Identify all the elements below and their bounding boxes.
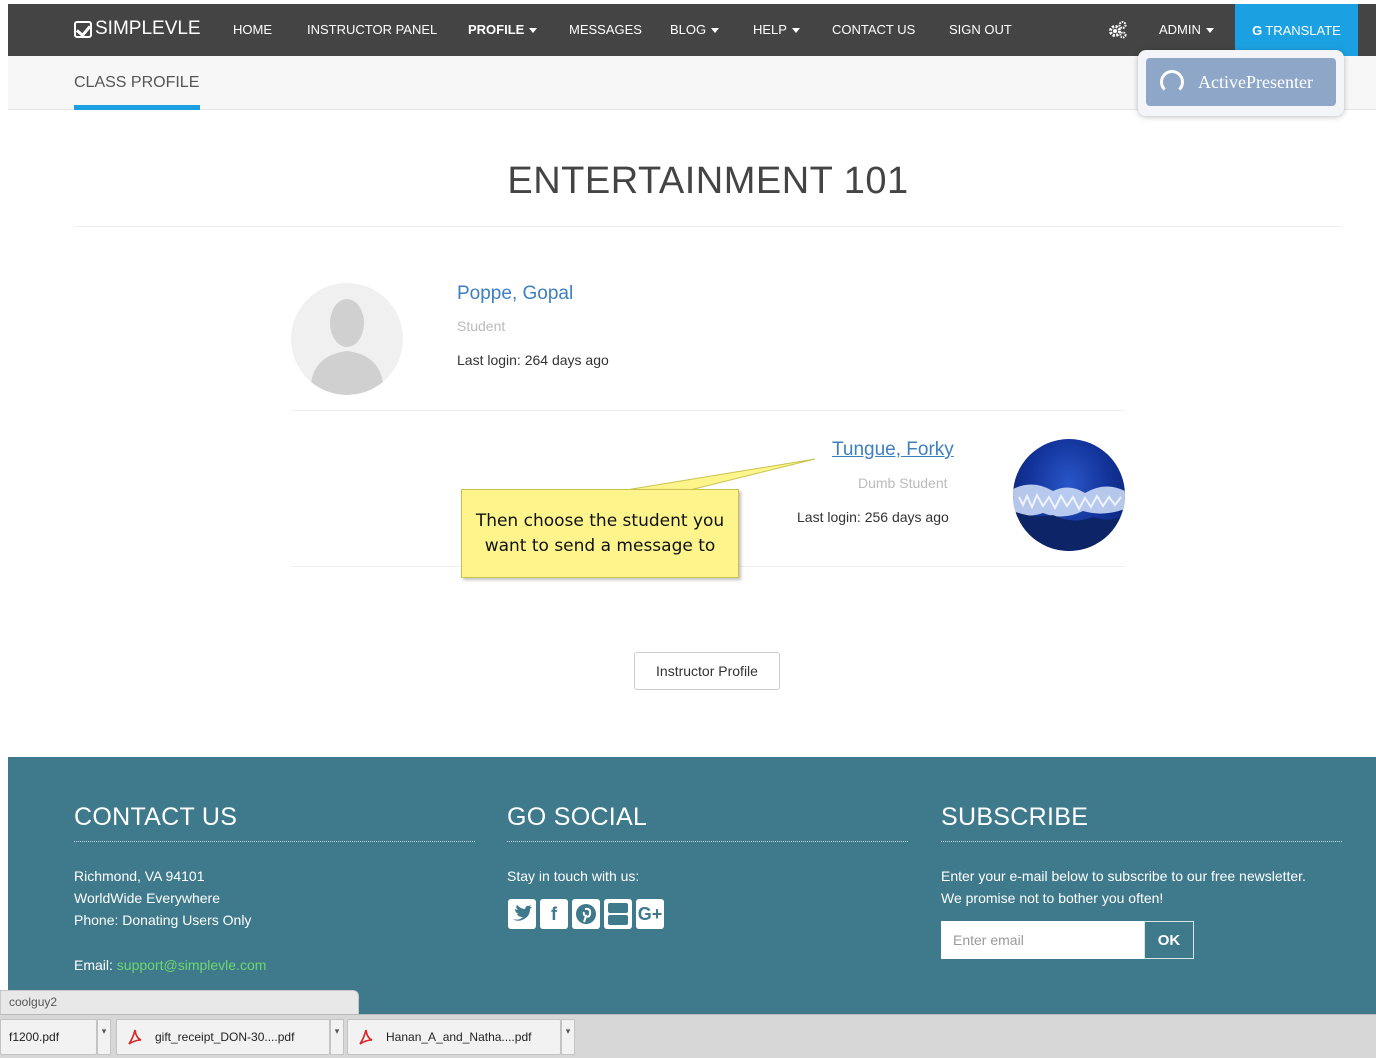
pdf-icon xyxy=(128,1029,142,1045)
subscribe-text: We promise not to bother you often! xyxy=(941,890,1164,906)
chevron-down-icon xyxy=(791,28,800,34)
watermark-panel: ActivePresenter xyxy=(1146,58,1336,106)
student-last-login: Last login: 256 days ago xyxy=(797,509,949,525)
nav-help[interactable]: HELP xyxy=(753,22,800,37)
student-name-link[interactable]: Tungue, Forky xyxy=(832,439,954,461)
watermark-text: ActivePresenter xyxy=(1198,71,1313,92)
student-role: Dumb Student xyxy=(858,475,948,491)
nav-blog[interactable]: BLOG xyxy=(670,22,720,37)
twitter-glyph xyxy=(513,905,532,921)
download-filename: f1200.pdf xyxy=(9,1030,60,1044)
chevron-down-icon xyxy=(1205,28,1214,34)
translate-label: TRANSLATE xyxy=(1265,22,1341,38)
nav-profile-label: PROFILE xyxy=(468,22,525,37)
divider xyxy=(507,841,908,842)
avatar-photo-image xyxy=(1013,484,1125,551)
student-last-login: Last login: 264 days ago xyxy=(457,352,609,368)
email-input[interactable]: Enter email xyxy=(941,921,1144,959)
facebook-icon[interactable]: f xyxy=(540,899,568,929)
download-item[interactable]: f1200.pdf xyxy=(0,1019,97,1055)
downloads-bar: f1200.pdf ▾ gift_receipt_DON-30....pdf ▾… xyxy=(0,1014,1376,1058)
email-label: Email: xyxy=(74,957,117,973)
activepresenter-logo-icon xyxy=(1160,70,1184,94)
subscribe-ok-button[interactable]: OK xyxy=(1144,921,1194,959)
social-text: Stay in touch with us: xyxy=(507,868,640,884)
checkbox-logo-icon xyxy=(74,20,92,38)
google-plus-icon[interactable]: G+ xyxy=(636,899,664,929)
default-user-icon xyxy=(291,283,403,395)
avatar[interactable] xyxy=(291,283,403,395)
download-item[interactable]: gift_receipt_DON-30....pdf xyxy=(116,1019,330,1055)
footer-subscribe-heading: SUBSCRIBE xyxy=(941,803,1089,831)
youtube-icon[interactable] xyxy=(604,899,632,929)
gears-icon[interactable] xyxy=(1108,20,1128,40)
instructor-profile-button[interactable]: Instructor Profile xyxy=(634,652,780,690)
nav-help-label: HELP xyxy=(753,22,787,37)
nav-sign-out[interactable]: SIGN OUT xyxy=(949,22,1012,37)
google-g-icon: G xyxy=(1252,22,1263,38)
chevron-down-icon xyxy=(529,28,538,34)
nav-instructor-panel[interactable]: INSTRUCTOR PANEL xyxy=(307,22,437,37)
nav-admin-label: ADMIN xyxy=(1159,22,1201,37)
download-menu-arrow[interactable]: ▾ xyxy=(330,1019,344,1055)
footer-address-line: WorldWide Everywhere xyxy=(74,890,221,906)
nav-contact-us[interactable]: CONTACT US xyxy=(832,22,915,37)
social-icons: f G+ xyxy=(508,899,664,929)
divider xyxy=(941,841,1342,842)
pinterest-glyph xyxy=(576,904,596,924)
download-filename: Hanan_A_and_Natha....pdf xyxy=(386,1030,532,1044)
nav-messages[interactable]: MESSAGES xyxy=(569,22,642,37)
nav-home[interactable]: HOME xyxy=(233,22,272,37)
student-name-link[interactable]: Poppe, Gopal xyxy=(457,283,573,305)
nav-blog-label: BLOG xyxy=(670,22,707,37)
footer-phone: Phone: Donating Users Only xyxy=(74,912,252,928)
page-title: ENTERTAINMENT 101 xyxy=(507,160,909,202)
youtube-glyph xyxy=(608,903,628,925)
student-role: Student xyxy=(457,318,506,334)
twitter-icon[interactable] xyxy=(508,899,536,929)
brand-logo[interactable]: SIMPLEVLE xyxy=(74,18,201,40)
download-filename: gift_receipt_DON-30....pdf xyxy=(155,1030,295,1044)
avatar[interactable] xyxy=(1013,439,1125,551)
support-email-link[interactable]: support@simplevle.com xyxy=(117,957,267,973)
tutorial-callout: Then choose the student you want to send… xyxy=(461,489,739,578)
divider xyxy=(291,410,1125,411)
browser-user-tab[interactable]: coolguy2 xyxy=(0,990,359,1014)
top-navbar: SIMPLEVLE HOME INSTRUCTOR PANEL PROFILE … xyxy=(8,4,1376,56)
nav-profile[interactable]: PROFILE xyxy=(468,22,538,37)
subscribe-text: Enter your e-mail below to subscribe to … xyxy=(941,868,1306,884)
footer-email: Email: support@simplevle.com xyxy=(74,954,266,976)
download-menu-arrow[interactable]: ▾ xyxy=(97,1019,111,1055)
footer-address-line: Richmond, VA 94101 xyxy=(74,868,205,884)
tab-active-indicator xyxy=(74,105,200,110)
divider xyxy=(74,841,475,842)
nav-admin[interactable]: ADMIN xyxy=(1159,22,1214,37)
activepresenter-watermark: ActivePresenter xyxy=(1138,50,1344,116)
tab-class-profile[interactable]: CLASS PROFILE xyxy=(74,74,199,92)
footer-contact-heading: CONTACT US xyxy=(74,803,238,831)
footer-social-heading: GO SOCIAL xyxy=(507,803,648,831)
pinterest-icon[interactable] xyxy=(572,899,600,929)
divider xyxy=(74,226,1342,227)
brand-name: SIMPLEVLE xyxy=(95,18,201,39)
pdf-icon xyxy=(359,1029,373,1045)
download-item[interactable]: Hanan_A_and_Natha....pdf xyxy=(347,1019,561,1055)
chevron-down-icon xyxy=(711,28,720,34)
download-menu-arrow[interactable]: ▾ xyxy=(561,1019,575,1055)
translate-button[interactable]: G TRANSLATE xyxy=(1235,4,1358,56)
